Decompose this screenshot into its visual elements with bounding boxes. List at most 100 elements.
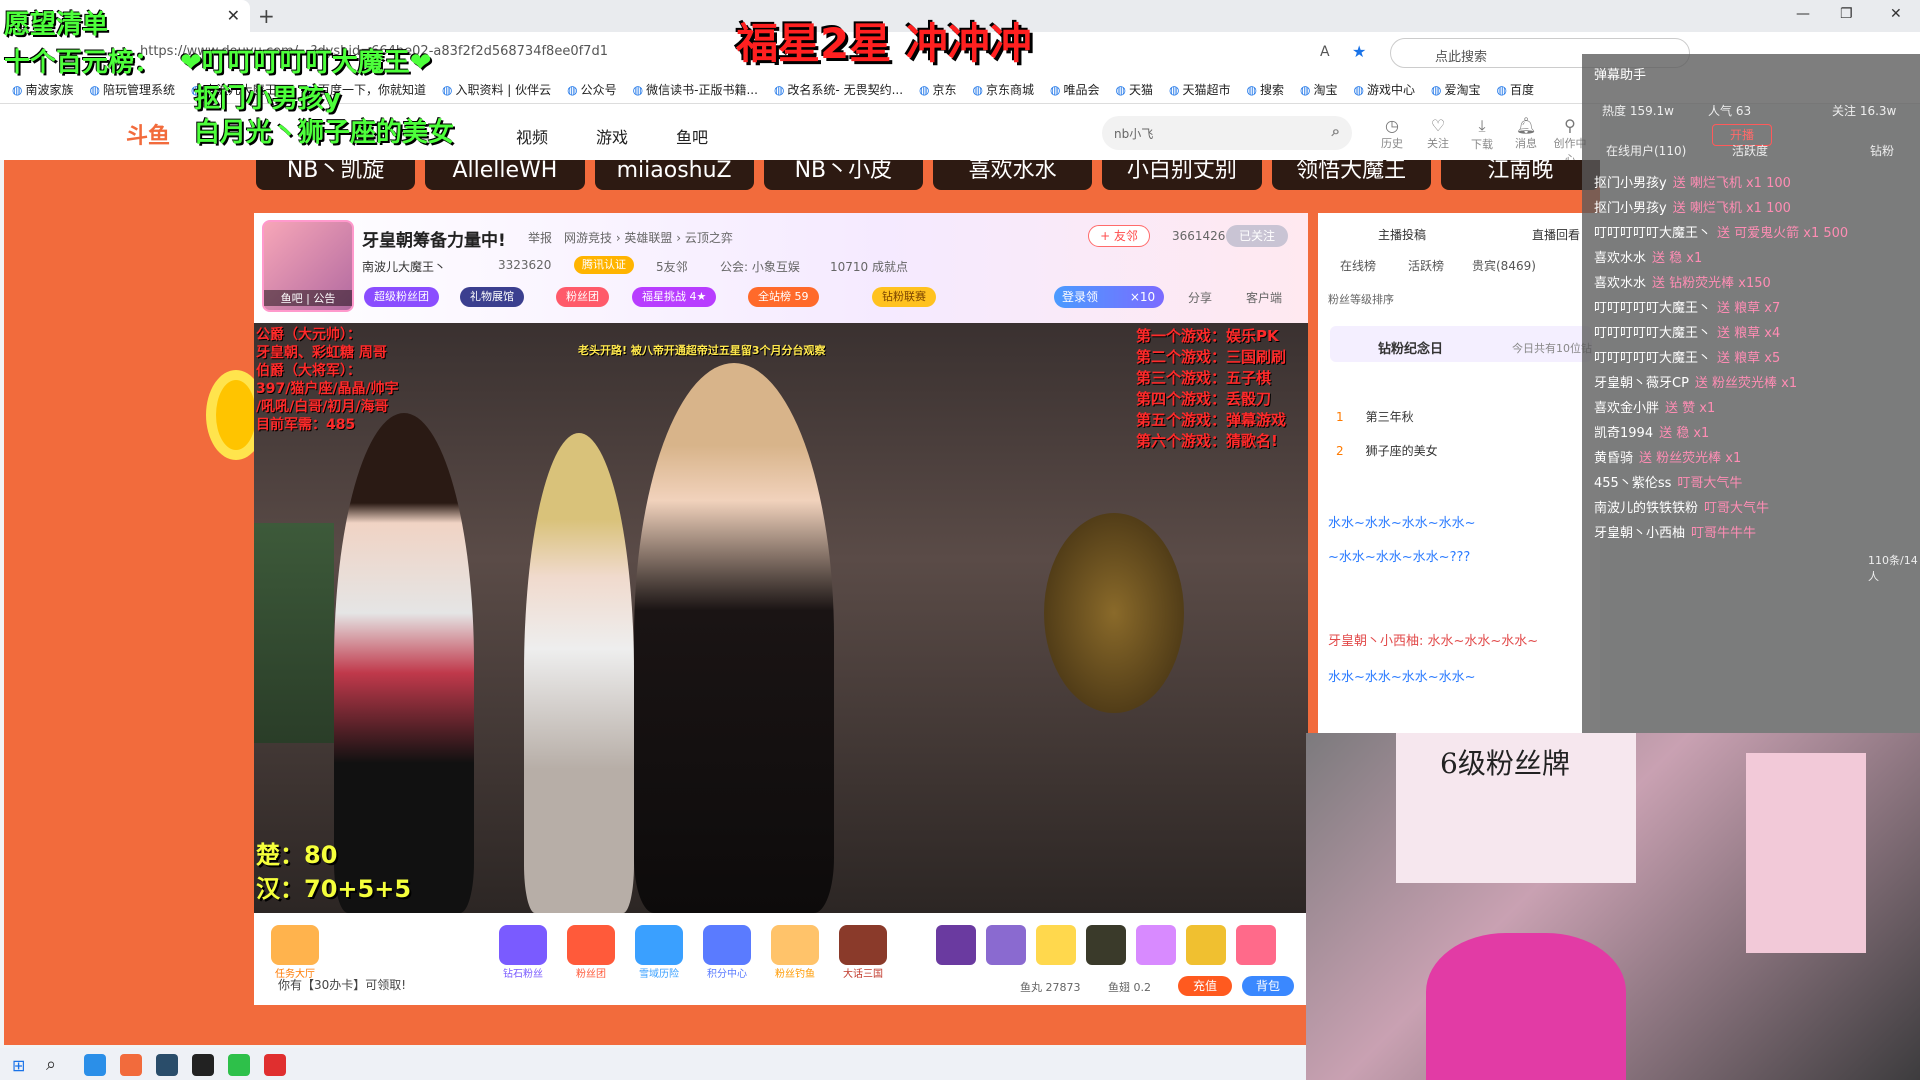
search-icon[interactable]: ⌕ (46, 1054, 56, 1075)
chat-user[interactable]: 南波儿的铁铁铁粉 (1594, 501, 1698, 516)
anchor-tab[interactable]: 喜欢水水 (933, 160, 1093, 190)
gift-item[interactable] (1036, 925, 1076, 965)
chat-user[interactable]: 喜欢水水 (1594, 251, 1646, 266)
new-tab-button[interactable]: + (258, 4, 275, 28)
bookmark-item[interactable]: ◍ 唯品会 (1050, 81, 1100, 98)
recharge-button[interactable]: 充值 (1178, 976, 1232, 996)
login-gift-button[interactable]: 登录领 ×10 (1054, 286, 1164, 308)
obs-icon[interactable] (192, 1054, 214, 1076)
guild-name[interactable]: 公会: 小象互娱 (720, 258, 800, 275)
bookmark-item[interactable]: ◍ 南波家族 (12, 81, 74, 98)
tab-lucky-star[interactable]: 福星挑战 4★ (632, 287, 717, 307)
anchor-vote-link[interactable]: 主播投稿 (1378, 226, 1426, 243)
bookmark-item[interactable]: ◍ 微信读书-正版书籍... (633, 81, 758, 98)
achievement-points[interactable]: 10710 成就点 (830, 258, 908, 275)
site-search-input[interactable]: nb小飞 ⌕ (1102, 116, 1352, 150)
chat-user[interactable]: 黄昏骑 (1594, 451, 1633, 466)
bookmark-item[interactable]: ◍ 游戏中心 (1354, 81, 1416, 98)
chat-user[interactable]: 抠门小男孩y (1594, 201, 1667, 216)
bookmark-item[interactable]: ◍ 搜索 (1247, 81, 1285, 98)
douyu-icon[interactable] (120, 1054, 142, 1076)
bookmark-item[interactable]: ◍ 陪玩管理系统 (90, 81, 176, 98)
anchor-tab[interactable]: miiaoshuZ (594, 160, 754, 190)
chat-user[interactable]: 叮叮叮叮叮大魔王丶 (1594, 351, 1711, 366)
tab-diamond-league[interactable]: 钻粉联赛 (872, 287, 936, 307)
bookmark-item[interactable]: ◍ 天猫超市 (1169, 81, 1231, 98)
tab-fan-club[interactable]: 粉丝团 (556, 287, 609, 307)
chat-user[interactable]: 凯奇1994 (1594, 426, 1653, 441)
bookmark-item[interactable]: ◍ 百度 (1497, 81, 1535, 98)
chat-user[interactable]: 455丶紫伦ss (1594, 476, 1671, 491)
window-close-icon[interactable]: ✕ (1890, 6, 1902, 22)
gift-item[interactable] (1086, 925, 1126, 965)
chat-user[interactable]: 叮叮叮叮叮大魔王丶 (1594, 301, 1711, 316)
bookmark-item[interactable]: ◍ 入职资料 | 伙伴云 (442, 81, 551, 98)
bookmark-item[interactable]: ◍ 公众号 (567, 81, 617, 98)
online-users-tab[interactable]: 在线用户(110) (1606, 142, 1686, 159)
anchor-tab[interactable]: 小白别丈别 (1102, 160, 1262, 190)
close-icon[interactable]: ✕ (227, 6, 240, 25)
anchor-tab[interactable]: 领悟大魔王 (1271, 160, 1431, 190)
favorite-star-icon[interactable]: ★ (1352, 42, 1366, 61)
wechat-icon[interactable] (228, 1054, 250, 1076)
tab-online-rank[interactable]: 在线榜 (1340, 257, 1376, 274)
bookmark-item[interactable]: ◍ 天猫 (1116, 81, 1154, 98)
minimize-icon[interactable]: — (1796, 6, 1810, 22)
tab-vip[interactable]: 贵宾(8469) (1472, 257, 1536, 274)
tab-super-fan[interactable]: 超级粉丝团 (364, 287, 439, 307)
nav-fishbar[interactable]: 鱼吧 (676, 124, 708, 148)
report-link[interactable]: 举报 (528, 229, 552, 246)
bookmark-item[interactable]: ◍ 京东 (919, 81, 957, 98)
bookmark-item[interactable]: ◍ 爱淘宝 (1431, 81, 1481, 98)
followed-button[interactable]: 已关注 (1226, 225, 1288, 247)
gift-points-center[interactable]: 积分中心 (698, 925, 756, 980)
gift-three-kingdoms[interactable]: 大话三国 (834, 925, 892, 980)
gift-item[interactable] (986, 925, 1026, 965)
chat-user[interactable]: 叮叮叮叮叮大魔王丶 (1594, 226, 1711, 241)
follow-button[interactable]: ♡ 关注 (1418, 116, 1458, 151)
share-button[interactable]: 分享 (1188, 289, 1212, 306)
windows-start-icon[interactable]: ⊞ (12, 1056, 25, 1075)
tab-active-rank[interactable]: 活跃榜 (1408, 257, 1444, 274)
chat-user[interactable]: 牙皇朝丶小西柚 (1594, 526, 1685, 541)
nav-video[interactable]: 视频 (516, 124, 548, 148)
douyu-logo[interactable]: 斗鱼 (126, 118, 170, 150)
active-tab[interactable]: 活跃度 (1732, 142, 1768, 159)
bag-button[interactable]: 背包 (1242, 976, 1294, 996)
chat-user[interactable]: 喜欢水水 (1594, 276, 1646, 291)
rank-row-2[interactable]: 2 狮子座的美女 (1336, 442, 1438, 459)
rank-row-1[interactable]: 1 第三年秋 (1336, 408, 1414, 425)
bookmark-item[interactable]: ◍ 京东商城 (973, 81, 1035, 98)
gift-snow-adventure[interactable]: 雪域历险 (630, 925, 688, 980)
bookmark-item[interactable]: ◍ 淘宝 (1300, 81, 1338, 98)
download-button[interactable]: ⤓ 下载 (1462, 116, 1502, 152)
restore-icon[interactable]: ❐ (1840, 6, 1853, 22)
gift-item[interactable] (1186, 925, 1226, 965)
card-notice[interactable]: 你有【30办卡】可领取! (278, 976, 406, 993)
anchor-tab[interactable]: AllelleWH (425, 160, 585, 190)
gift-task-hall[interactable]: 任务大厅 (266, 925, 324, 980)
gift-item[interactable] (1236, 925, 1276, 965)
tab-site-rank[interactable]: 全站榜 59 (748, 287, 819, 307)
chat-user[interactable]: 叮叮叮叮叮大魔王丶 (1594, 326, 1711, 341)
gift-item[interactable] (936, 925, 976, 965)
chat-user[interactable]: 牙皇朝丶薇牙CP (1594, 376, 1689, 391)
search-icon[interactable]: ⌕ (1332, 122, 1340, 140)
gift-fan-club[interactable]: 粉丝团 (562, 925, 620, 980)
sort-label[interactable]: 粉丝等级排序 (1328, 291, 1394, 307)
chat-user[interactable]: 喜欢金小胖 (1594, 401, 1659, 416)
friend-button[interactable]: + 友邻 (1088, 225, 1150, 247)
friend-count[interactable]: 5友邻 (656, 258, 688, 275)
chat-user[interactable]: 抠门小男孩y (1594, 176, 1667, 191)
avatar-sublabel[interactable]: 鱼吧 | 公告 (264, 290, 352, 306)
read-aloud-icon[interactable]: A (1320, 44, 1330, 60)
anchor-tab[interactable]: NB丶小皮 (763, 160, 923, 190)
replay-link[interactable]: 直播回看 (1532, 226, 1580, 243)
client-button[interactable]: 客户端 (1246, 289, 1282, 306)
gift-fan-fishing[interactable]: 粉丝钓鱼 (766, 925, 824, 980)
edge-icon[interactable] (84, 1054, 106, 1076)
tab-gift-hall[interactable]: 礼物展馆 (460, 287, 524, 307)
nav-games[interactable]: 游戏 (596, 124, 628, 148)
gift-item[interactable] (1136, 925, 1176, 965)
fans-tab[interactable]: 钻粉 (1870, 142, 1894, 159)
